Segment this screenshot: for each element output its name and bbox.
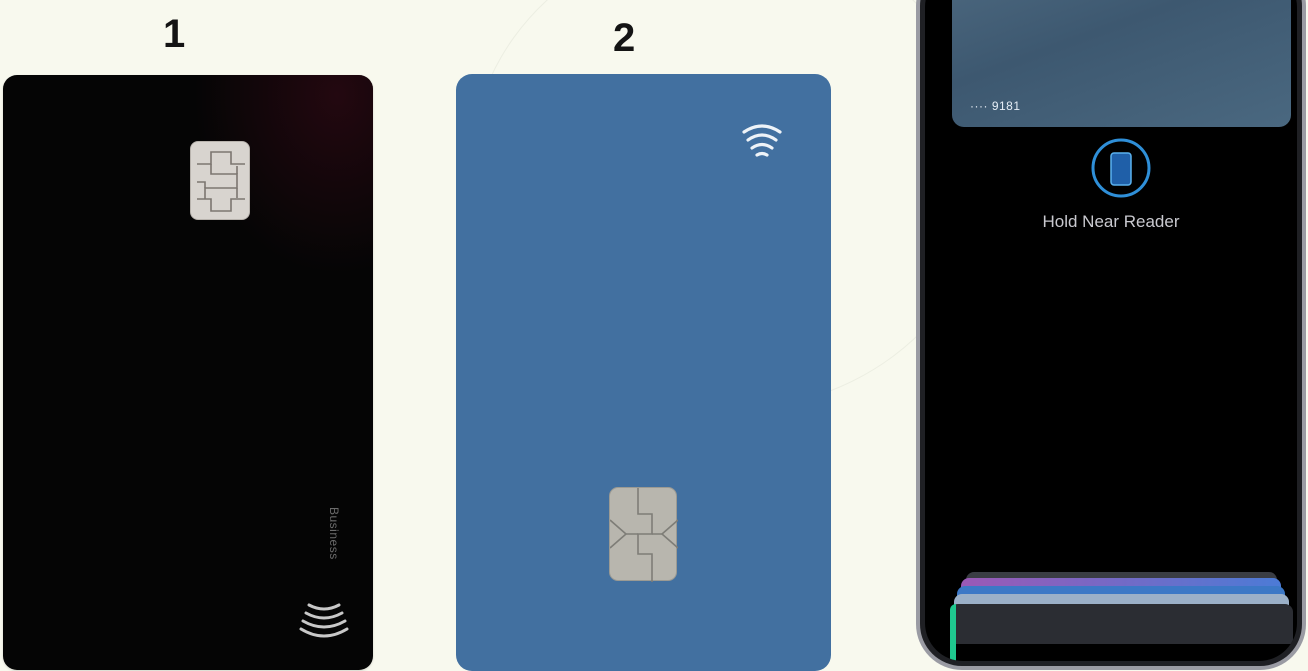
card-two-number: 2 — [613, 16, 636, 60]
phone-tap-icon — [1090, 137, 1152, 199]
hold-near-reader-text: Hold Near Reader — [1042, 212, 1180, 231]
phone-screen: ···· 9181 Hold Near Reader — [925, 0, 1297, 661]
phone-bezel: ···· 9181 Hold Near Reader — [920, 0, 1302, 666]
stacked-card — [950, 604, 1293, 661]
contactless-icon — [740, 122, 784, 160]
card-type-label: Business — [327, 507, 341, 560]
black-business-card: Business — [3, 75, 373, 670]
phone-frame: ···· 9181 Hold Near Reader — [916, 0, 1306, 670]
chip-icon — [609, 487, 679, 582]
blue-card — [456, 74, 831, 671]
card-last-digits: ···· 9181 — [970, 99, 1021, 113]
contactless-icon — [299, 599, 349, 641]
wallet-card[interactable]: ···· 9181 — [952, 0, 1291, 127]
stage: 1 2 Business ···· 9181 Hold Near Reader — [0, 0, 1308, 671]
chip-icon — [190, 141, 250, 220]
card-one-number: 1 — [163, 12, 186, 56]
